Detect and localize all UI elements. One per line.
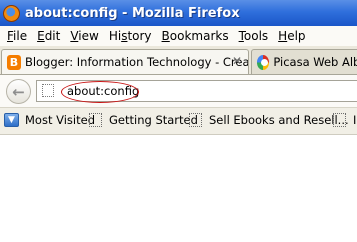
picasa-icon bbox=[257, 54, 270, 70]
page-icon bbox=[189, 113, 202, 127]
bookmark-label: Sell Ebooks and Resell... bbox=[209, 113, 349, 127]
page-icon bbox=[89, 113, 102, 127]
annotation-ellipse bbox=[61, 81, 139, 103]
bookmarks-toolbar: ▼ Most Visited Getting Started Sell Eboo… bbox=[0, 108, 357, 135]
menu-bar: File Edit View History Bookmarks Tools H… bbox=[0, 26, 357, 46]
bookmark-label: I bbox=[353, 113, 357, 127]
bookmark-overflow[interactable]: I bbox=[333, 113, 356, 127]
blogger-icon: B bbox=[7, 54, 21, 70]
menu-file[interactable]: File bbox=[7, 29, 27, 43]
bookmark-getting-started[interactable]: Getting Started bbox=[89, 113, 198, 127]
tab-blogger[interactable]: B Blogger: Information Technology - Crea… bbox=[1, 49, 249, 74]
menu-edit[interactable]: Edit bbox=[37, 29, 60, 43]
tab-picasa[interactable]: Picasa Web Album bbox=[251, 49, 357, 74]
most-visited-icon: ▼ bbox=[4, 113, 19, 127]
menu-history[interactable]: History bbox=[109, 29, 152, 43]
tab-label: Blogger: Information Technology - Creat.… bbox=[24, 55, 248, 69]
bookmark-label: Getting Started bbox=[109, 113, 198, 127]
title-bar: about:config - Mozilla Firefox bbox=[0, 0, 357, 26]
close-icon[interactable]: ✕ bbox=[231, 54, 243, 68]
tab-label: Picasa Web Album bbox=[273, 55, 357, 69]
back-arrow-icon: ← bbox=[12, 82, 25, 101]
menu-help[interactable]: Help bbox=[278, 29, 305, 43]
tab-strip: B Blogger: Information Technology - Crea… bbox=[0, 46, 357, 75]
bookmark-label: Most Visited bbox=[25, 113, 95, 127]
menu-view[interactable]: View bbox=[70, 29, 98, 43]
back-button[interactable]: ← bbox=[6, 79, 31, 104]
menu-tools[interactable]: Tools bbox=[239, 29, 269, 43]
page-icon[interactable] bbox=[42, 84, 54, 97]
window-title: about:config - Mozilla Firefox bbox=[25, 5, 240, 21]
firefox-icon bbox=[3, 4, 20, 22]
bookmark-sell-ebooks[interactable]: Sell Ebooks and Resell... bbox=[189, 113, 349, 127]
navigation-bar: ← about:config bbox=[0, 75, 357, 108]
bookmark-most-visited[interactable]: ▼ Most Visited bbox=[4, 113, 95, 127]
page-content bbox=[0, 135, 357, 242]
page-icon bbox=[333, 113, 346, 127]
menu-bookmarks[interactable]: Bookmarks bbox=[162, 29, 229, 43]
